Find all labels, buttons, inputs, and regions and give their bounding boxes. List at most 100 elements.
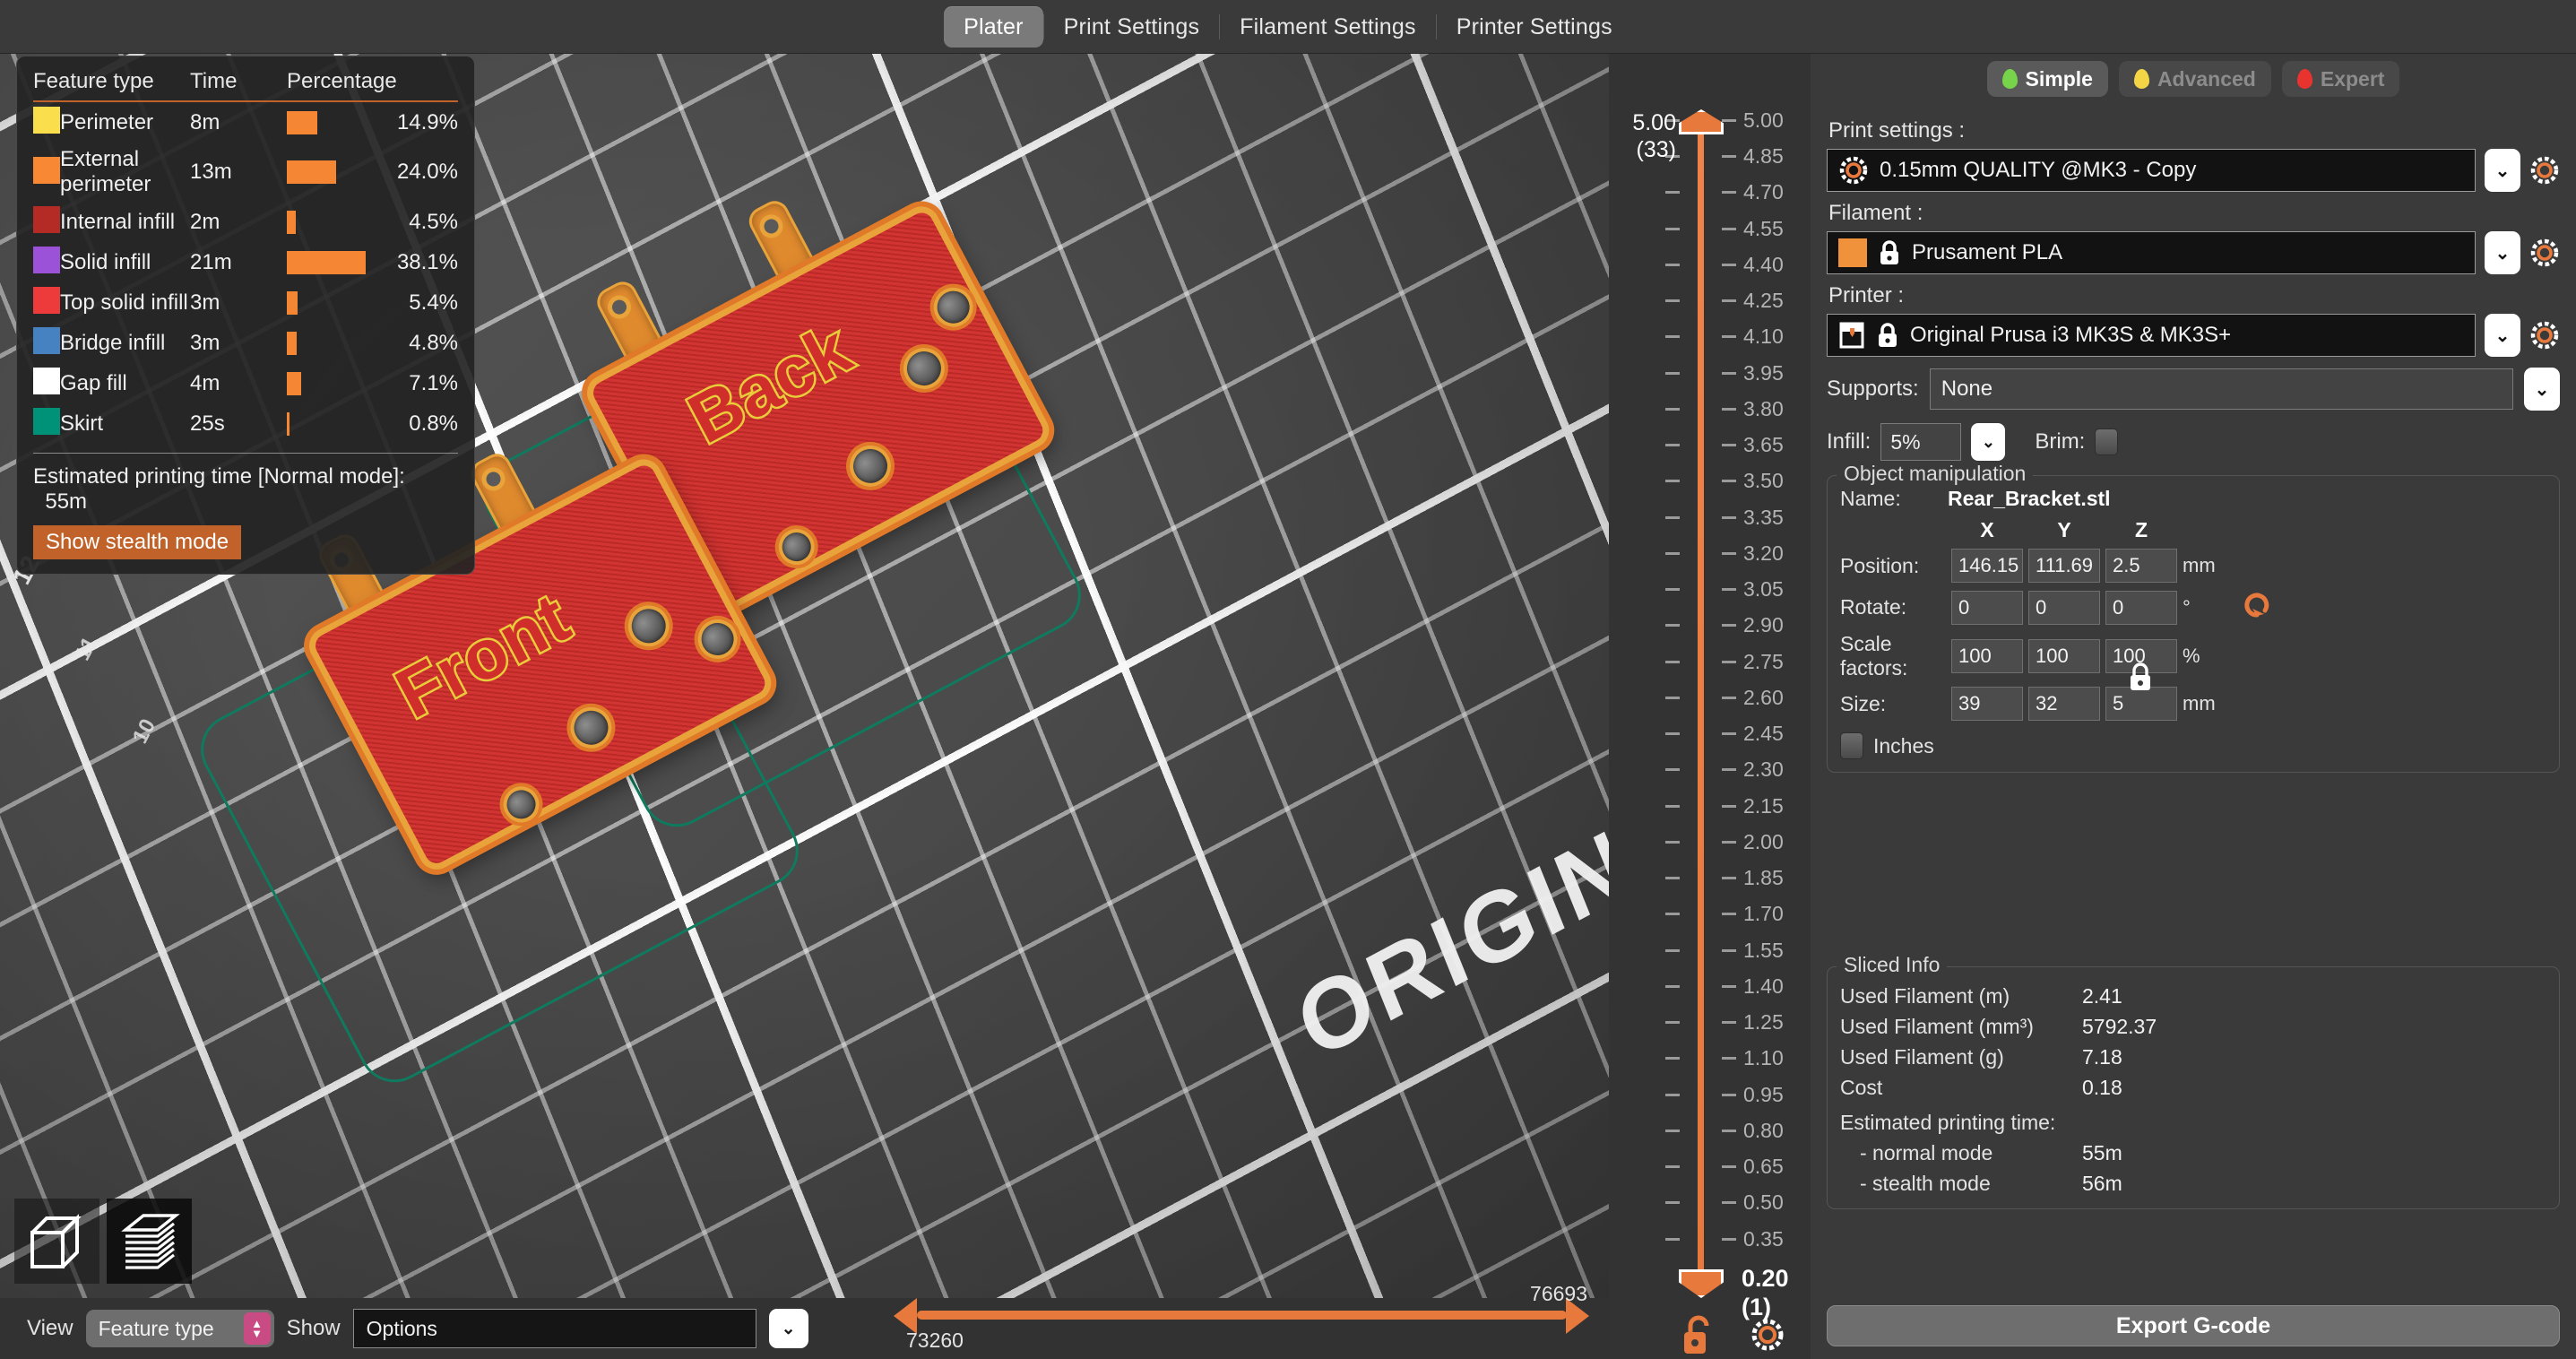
om-input-scale-factors-X[interactable]: 100 — [1951, 639, 2023, 673]
layer-tick-dash-left — [1665, 264, 1680, 266]
view-mode-preview-button[interactable] — [107, 1199, 192, 1284]
layer-tick-dash-left — [1665, 516, 1680, 519]
cube-icon — [25, 1209, 90, 1274]
legend-swatch-cell — [33, 143, 60, 202]
export-gcode-button[interactable]: Export G-code — [1827, 1305, 2560, 1346]
tab-print-settings[interactable]: Print Settings — [1044, 6, 1219, 48]
infill-select[interactable]: 5% — [1880, 423, 1961, 461]
supports-label: Supports: — [1827, 377, 1919, 402]
legend-table: Feature type Time Percentage Perimeter8m… — [33, 69, 458, 444]
legend-row[interactable]: External perimeter13m24.0% — [33, 143, 458, 202]
tab-plater[interactable]: Plater — [944, 6, 1043, 48]
layer-tick-dash-left — [1665, 697, 1680, 699]
om-input-position-X[interactable]: 146.15 — [1951, 549, 2023, 583]
layer-tick-dash-right — [1722, 264, 1736, 266]
legend-row[interactable]: Gap fill4m7.1% — [33, 363, 458, 403]
om-input-rotate-X[interactable]: 0 — [1951, 591, 2023, 625]
legend-feature-time: 25s — [190, 403, 287, 444]
om-input-rotate-Y[interactable]: 0 — [2028, 591, 2100, 625]
legend-row[interactable]: Bridge infill3m4.8% — [33, 323, 458, 363]
sliced-estimate-key: - stealth mode — [1840, 1172, 2082, 1196]
layer-tick-dash-right — [1722, 299, 1736, 302]
mode-button-advanced[interactable]: Advanced — [2119, 61, 2271, 97]
print-settings-select[interactable]: 0.15mm QUALITY @MK3 - Copy — [1827, 149, 2476, 192]
mode-label: Expert — [2321, 67, 2385, 91]
object-manipulation-grid: XYZPosition:146.15111.692.5mmRotate:000°… — [1840, 518, 2546, 721]
layer-tick: 1.85 — [1609, 867, 1811, 888]
view-select[interactable]: Feature type ▲▼ — [86, 1310, 274, 1347]
om-input-position-Y[interactable]: 111.69 — [2028, 549, 2100, 583]
legend-row[interactable]: Internal infill2m4.5% — [33, 202, 458, 242]
printer-edit-gear-icon[interactable] — [2529, 320, 2560, 351]
show-select-chevron-down-icon[interactable]: ⌄ — [769, 1309, 808, 1348]
infill-brim-row: Infill: 5% ⌄ Brim: — [1827, 423, 2560, 461]
show-select[interactable]: Options — [353, 1309, 756, 1348]
printer-value: Original Prusa i3 MK3S & MK3S+ — [1910, 323, 2231, 348]
filament-value: Prusament PLA — [1912, 240, 2062, 265]
layer-slider-unlock-icon[interactable] — [1681, 1314, 1716, 1355]
filament-row: Prusament PLA ⌄ — [1827, 231, 2560, 274]
mode-label: Simple — [2026, 67, 2093, 91]
feature-type-legend: Feature type Time Percentage Perimeter8m… — [16, 56, 475, 575]
inches-checkbox[interactable] — [1840, 732, 1863, 759]
filament-select[interactable]: Prusament PLA — [1827, 231, 2476, 274]
printer-chevron-down-icon[interactable]: ⌄ — [2485, 314, 2520, 357]
legend-divider — [33, 453, 458, 454]
legend-color-swatch — [33, 287, 60, 314]
legend-row[interactable]: Skirt25s0.8% — [33, 403, 458, 444]
brim-checkbox[interactable] — [2095, 428, 2118, 455]
filament-label: Filament : — [1828, 201, 2560, 226]
supports-chevron-down-icon[interactable]: ⌄ — [2524, 368, 2560, 411]
layer-slider-track[interactable] — [1698, 124, 1704, 1280]
sliced-info-key: Cost — [1840, 1076, 2082, 1100]
om-input-rotate-Z[interactable]: 0 — [2105, 591, 2177, 625]
printer-select[interactable]: Original Prusa i3 MK3S & MK3S+ — [1827, 314, 2476, 357]
inches-label: Inches — [1873, 734, 1934, 758]
view-label: View — [27, 1316, 73, 1341]
layer-tick-label: 1.85 — [1743, 867, 1784, 888]
layer-tick-dash-right — [1722, 661, 1736, 663]
stepper-icon[interactable]: ▲▼ — [244, 1312, 271, 1345]
filament-edit-gear-icon[interactable] — [2529, 238, 2560, 268]
layer-tick-dash-left — [1665, 805, 1680, 808]
legend-row[interactable]: Perimeter8m14.9% — [33, 101, 458, 143]
layer-slider-gear-icon[interactable] — [1750, 1318, 1785, 1356]
legend-feature-percentage: 4.5% — [372, 202, 458, 242]
layer-tick-dash-left — [1665, 841, 1680, 844]
moves-slider-track[interactable] — [917, 1311, 1567, 1320]
legend-percentage-bar — [287, 211, 296, 234]
print-settings-chevron-down-icon[interactable]: ⌄ — [2485, 149, 2520, 192]
legend-row[interactable]: Top solid infill3m5.4% — [33, 282, 458, 323]
legend-swatch-cell — [33, 403, 60, 444]
om-input-scale-factors-Y[interactable]: 100 — [2028, 639, 2100, 673]
om-input-position-Z[interactable]: 2.5 — [2105, 549, 2177, 583]
tab-filament-settings[interactable]: Filament Settings — [1220, 6, 1436, 48]
layer-tick: 0.50 — [1609, 1191, 1811, 1213]
layer-tick-label: 1.10 — [1743, 1047, 1784, 1069]
supports-select[interactable]: None — [1930, 368, 2513, 410]
om-input-size-Y[interactable]: 32 — [2028, 687, 2100, 721]
om-reset-rotation-button[interactable] — [2242, 589, 2295, 626]
tab-printer-settings[interactable]: Printer Settings — [1437, 6, 1632, 48]
layer-range-slider[interactable]: 5.004.854.704.554.404.254.103.953.803.65… — [1609, 54, 1811, 1359]
layer-tick: 4.55 — [1609, 218, 1811, 239]
legend-feature-time: 3m — [190, 282, 287, 323]
layer-tick-dash-right — [1722, 408, 1736, 411]
layer-tick-dash-right — [1722, 841, 1736, 844]
view-mode-3d-editor-button[interactable] — [14, 1199, 99, 1284]
mode-button-simple[interactable]: Simple — [1987, 61, 2108, 97]
layer-tick-label: 0.80 — [1743, 1120, 1784, 1141]
layer-tick-label: 0.65 — [1743, 1156, 1784, 1177]
layer-tick-dash-left — [1665, 732, 1680, 735]
moves-range-slider[interactable]: 73260 76693 — [874, 1277, 1609, 1359]
print-settings-edit-gear-icon[interactable] — [2529, 155, 2560, 186]
mode-button-expert[interactable]: Expert — [2282, 61, 2400, 97]
infill-chevron-down-icon[interactable]: ⌄ — [1971, 423, 2005, 461]
legend-row[interactable]: Solid infill21m38.1% — [33, 242, 458, 282]
layer-tick-label: 4.40 — [1743, 254, 1784, 275]
layer-tick-dash-left — [1665, 299, 1680, 302]
filament-chevron-down-icon[interactable]: ⌄ — [2485, 231, 2520, 274]
show-stealth-mode-button[interactable]: Show stealth mode — [33, 525, 241, 559]
om-input-size-X[interactable]: 39 — [1951, 687, 2023, 721]
sliced-estimate-row: - stealth mode56m — [1840, 1172, 2546, 1196]
